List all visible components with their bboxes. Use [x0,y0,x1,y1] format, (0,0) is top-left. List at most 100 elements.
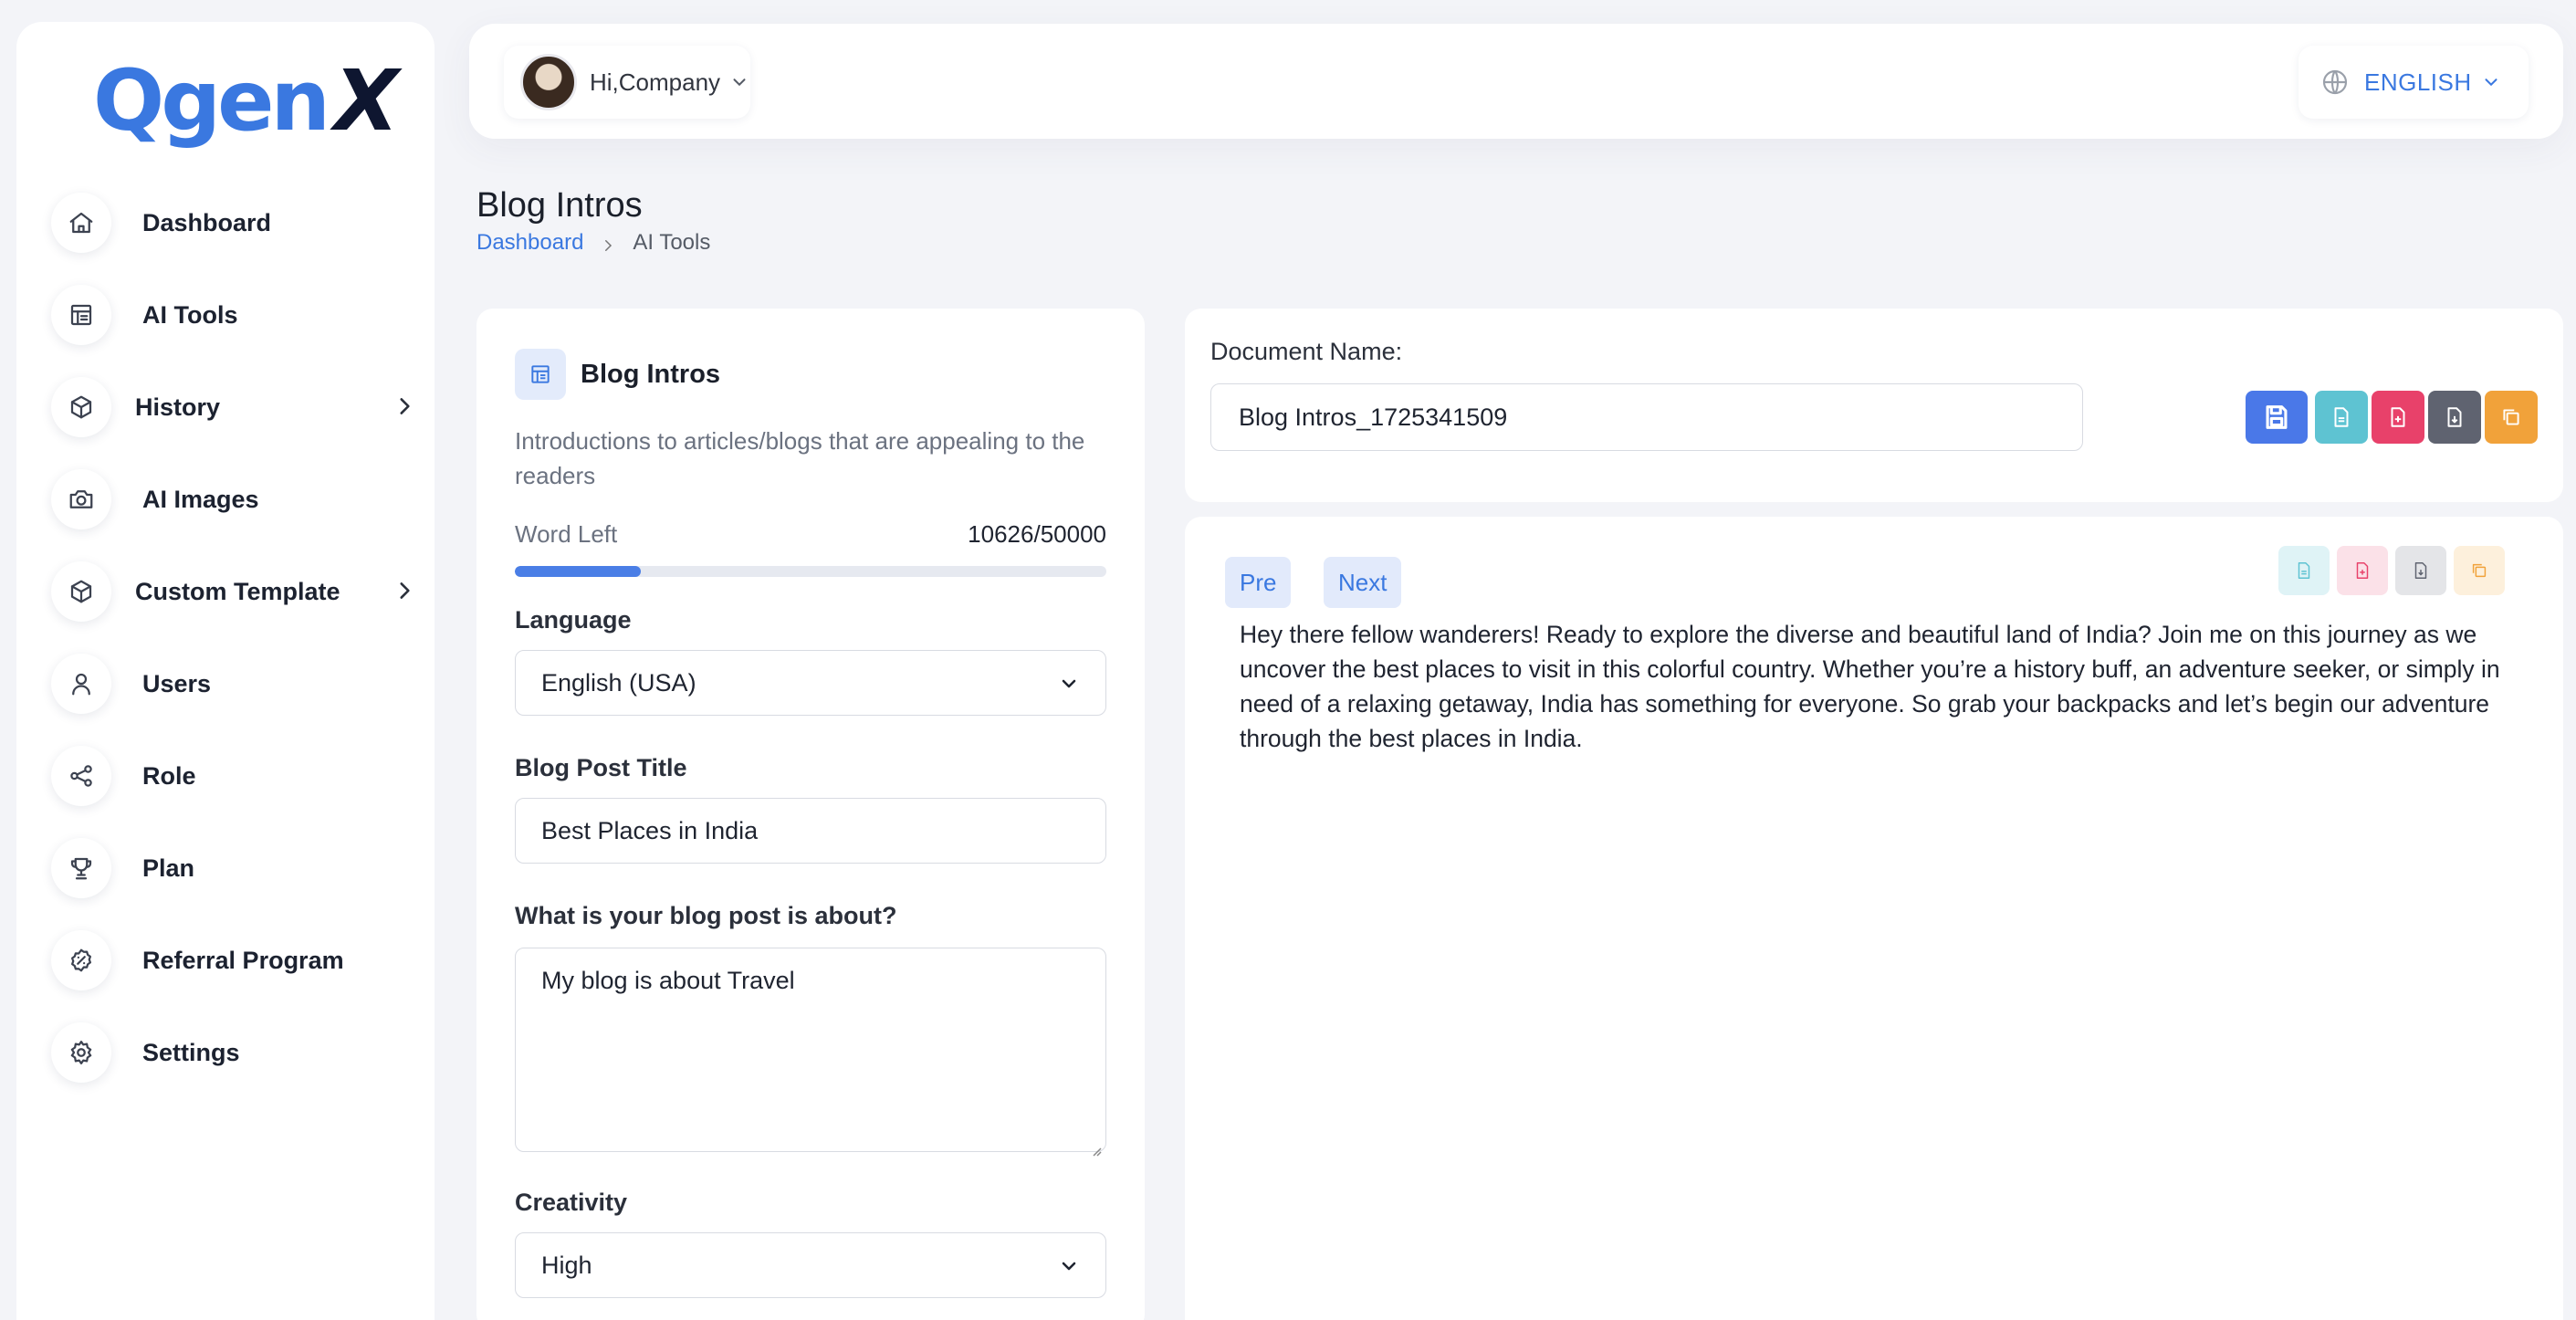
resize-handle-icon[interactable] [1089,1135,1102,1157]
document-name-value: Blog Intros_1725341509 [1239,403,1508,431]
copy-icon [2503,409,2519,425]
language-select[interactable]: English (USA) [515,650,1106,716]
doc-file-icon [2298,562,2310,579]
export-doc-button[interactable] [2315,391,2368,444]
document-name-input[interactable]: Blog Intros_1725341509 [1210,383,2083,451]
sidebar-item-history[interactable]: History [51,374,416,440]
sidebar-item-users[interactable]: Users [51,651,416,717]
save-button[interactable] [2246,391,2308,444]
copy-button[interactable] [2454,546,2505,595]
trophy-icon [51,838,111,898]
blog-title-value: Best Places in India [541,816,759,844]
creativity-select[interactable]: High [515,1232,1106,1298]
tools-icon [515,349,566,400]
sidebar-item-label: Users [142,669,212,697]
language-select-value: English (USA) [541,668,696,697]
gear-icon [51,1022,111,1083]
sidebar-item-dashboard[interactable]: Dashboard [51,190,416,256]
sidebar-item-ai-tools[interactable]: AI Tools [51,282,416,348]
word-left-value: 10626/50000 [968,520,1106,548]
export-pdf-button[interactable] [2372,391,2424,444]
sidebar-item-label: Role [142,761,196,790]
sidebar-item-ai-images[interactable]: AI Images [51,466,416,532]
user-icon [51,654,111,714]
sidebar-item-label: Referral Program [142,946,344,974]
top-header: Hi,Company ENGLISH [469,24,2563,139]
copy-icon [2472,563,2487,578]
sidebar-item-label: Dashboard [142,208,272,236]
txt-file-icon [2414,562,2427,579]
brand-logo[interactable]: Qgen X [93,46,399,155]
language-selector[interactable]: ENGLISH [2299,46,2529,119]
word-counter: Word Left 10626/50000 [515,520,1106,549]
tools-icon [51,285,111,345]
progress-fill [515,566,641,577]
sidebar-item-label: Settings [142,1038,240,1066]
txt-file-icon [2447,407,2462,427]
chevron-down-icon [729,72,749,92]
page-title: Blog Intros [476,186,643,225]
tool-header: Blog Intros [515,349,720,400]
globe-icon [2322,69,2348,95]
blog-about-value: My blog is about Travel [541,967,795,994]
sidebar-item-settings[interactable]: Settings [51,1020,416,1085]
logo-text: Qgen [93,51,330,150]
export-pdf-button[interactable] [2337,546,2388,595]
export-txt-button[interactable] [2395,546,2446,595]
doc-file-icon [2334,407,2349,427]
tool-form-card: Blog Intros Introductions to articles/bl… [476,309,1145,1320]
badge-icon [51,930,111,990]
sidebar-item-label: Custom Template [135,577,340,605]
user-menu-button[interactable]: Hi,Company [504,46,750,119]
sidebar-item-referral-program[interactable]: Referral Program [51,927,416,993]
share-icon [51,746,111,806]
sidebar-item-custom-template[interactable]: Custom Template [51,559,416,624]
output-card: Pre Next Hey there fellow wanderers! Rea… [1185,517,2563,1320]
next-button[interactable]: Next [1324,557,1402,608]
word-left-label: Word Left [515,520,618,548]
save-icon [2266,405,2288,429]
language-label: ENGLISH [2364,68,2472,96]
breadcrumb: Dashboard AI Tools [476,230,710,256]
box-icon [51,561,111,622]
sidebar-item-label: History [135,393,221,421]
pdf-file-icon [2356,562,2369,579]
chevron-right-icon [393,579,416,602]
previous-button[interactable]: Pre [1225,557,1292,608]
blog-about-textarea[interactable]: My blog is about Travel [515,948,1106,1157]
avatar [520,54,577,110]
chevron-right-icon [393,394,416,418]
home-icon [51,193,111,253]
chevron-down-icon [1058,1255,1080,1277]
generated-output-text[interactable]: Hey there fellow wanderers! Ready to exp… [1240,617,2518,756]
tool-name: Blog Intros [581,359,721,389]
breadcrumb-dashboard-link[interactable]: Dashboard [476,230,583,256]
blog-about-label: What is your blog post is about? [515,902,897,929]
creativity-label: Creativity [515,1189,628,1216]
copy-button[interactable] [2485,391,2538,444]
breadcrumb-current: AI Tools [633,230,711,255]
logo-accent: X [333,51,399,150]
document-name-label: Document Name: [1210,338,1403,365]
camera-icon [51,469,111,529]
blog-title-input[interactable]: Best Places in India [515,798,1106,864]
sidebar-item-role[interactable]: Role [51,743,416,809]
sidebar-item-label: AI Images [142,485,259,513]
word-usage-progress-bar [515,566,1106,577]
chevron-down-icon [1058,673,1080,695]
sidebar-item-plan[interactable]: Plan [51,835,416,901]
export-doc-button[interactable] [2278,546,2330,595]
box-icon [51,377,111,437]
document-card: Document Name: Blog Intros_1725341509 [1185,309,2563,502]
chevron-right-icon [600,235,616,251]
pdf-file-icon [2391,407,2405,427]
chevron-down-icon [2481,72,2501,92]
creativity-select-value: High [541,1251,592,1279]
sidebar-item-label: AI Tools [142,300,238,329]
export-txt-button[interactable] [2428,391,2481,444]
sidebar: Qgen X Dashboard AI Tools History AI Imag… [16,22,435,1320]
sidebar-item-label: Plan [142,854,195,882]
tool-description: Introductions to articles/blogs that are… [515,427,1085,489]
user-greeting: Hi,Company [590,68,721,96]
blog-title-label: Blog Post Title [515,754,687,781]
